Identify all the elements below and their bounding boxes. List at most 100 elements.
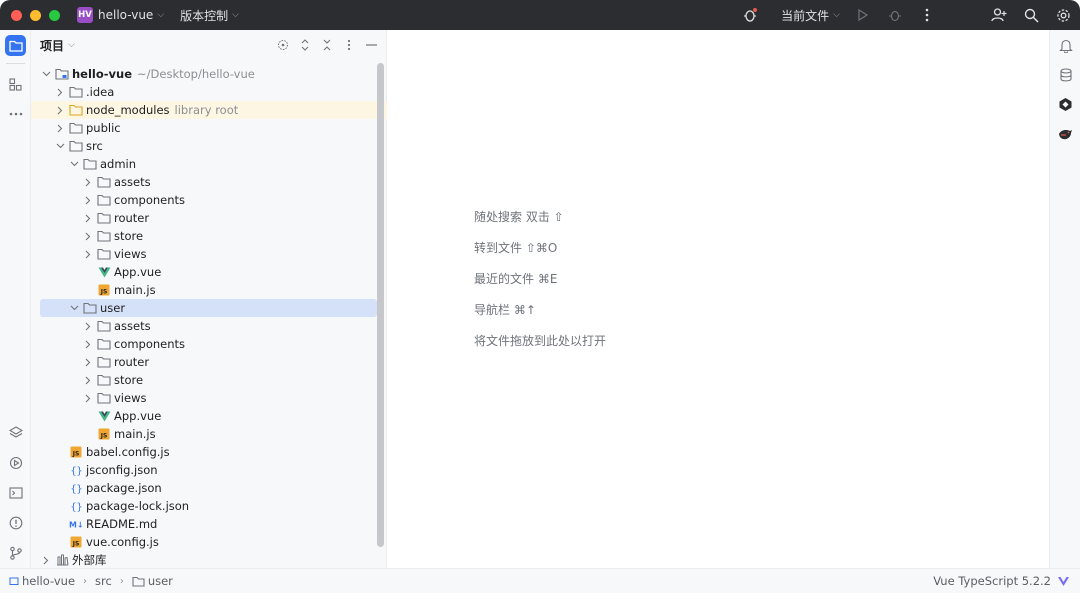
run-icon[interactable] bbox=[854, 6, 872, 24]
tree-row[interactable]: components bbox=[31, 191, 377, 209]
project-switcher[interactable]: hello-vue ⌵ bbox=[98, 8, 164, 22]
tree-row[interactable]: M↓ README.md bbox=[31, 515, 377, 533]
tree-row[interactable]: public bbox=[31, 119, 377, 137]
tree-row[interactable]: JS vue.config.js bbox=[31, 533, 377, 551]
run-config-label: 当前文件 bbox=[781, 8, 830, 23]
svg-text:M↓: M↓ bbox=[69, 521, 83, 529]
chevron-right-icon[interactable] bbox=[82, 338, 94, 350]
tree-row[interactable]: {} package-lock.json bbox=[31, 497, 377, 515]
terminal-icon[interactable] bbox=[5, 482, 26, 503]
chevron-down-icon[interactable] bbox=[68, 302, 80, 314]
tree-row[interactable]: {} jsconfig.json bbox=[31, 461, 377, 479]
breadcrumb-project[interactable]: hello-vue bbox=[9, 574, 75, 588]
tree-row[interactable]: App.vue bbox=[31, 263, 377, 281]
chevron-right-icon[interactable] bbox=[82, 212, 94, 224]
chevron-right-icon[interactable] bbox=[82, 392, 94, 404]
git-branch-icon[interactable] bbox=[5, 542, 26, 563]
chevron-right-icon[interactable] bbox=[82, 356, 94, 368]
tree-row[interactable]: node_modules library root bbox=[31, 101, 387, 119]
tree-row[interactable]: JS babel.config.js bbox=[31, 443, 377, 461]
debug-bug-icon[interactable] bbox=[741, 6, 759, 24]
tree-row-label: .idea bbox=[86, 85, 115, 99]
structure-icon[interactable] bbox=[5, 74, 26, 95]
tree-row[interactable]: user bbox=[40, 299, 377, 317]
problems-icon[interactable] bbox=[5, 512, 26, 533]
tree-row[interactable]: src bbox=[31, 137, 377, 155]
folder-icon bbox=[97, 175, 111, 189]
vcs-menu[interactable]: 版本控制 ⌵ bbox=[180, 7, 239, 24]
tree-row[interactable]: hello-vue ~/Desktop/hello-vue bbox=[31, 65, 377, 83]
breadcrumb-user[interactable]: user bbox=[132, 574, 173, 588]
gear-icon[interactable] bbox=[1054, 6, 1072, 24]
tree-row-label: node_modules bbox=[86, 103, 170, 117]
chevron-right-icon[interactable] bbox=[82, 176, 94, 188]
chevron-right-icon[interactable] bbox=[40, 554, 52, 566]
tree-row[interactable]: JS main.js bbox=[31, 281, 377, 299]
language-service-status[interactable]: Vue TypeScript 5.2.2 bbox=[933, 574, 1051, 588]
chevron-right-icon[interactable] bbox=[54, 104, 66, 116]
chevron-right-icon[interactable] bbox=[82, 374, 94, 386]
tree-row[interactable]: 外部库 bbox=[31, 551, 377, 569]
layers-icon[interactable] bbox=[5, 422, 26, 443]
database-icon[interactable] bbox=[1057, 66, 1074, 83]
tree-row[interactable]: JS main.js bbox=[31, 425, 377, 443]
tree-row[interactable]: assets bbox=[31, 317, 377, 335]
debug-icon[interactable] bbox=[886, 6, 904, 24]
more-vertical-icon[interactable] bbox=[918, 6, 936, 24]
options-vertical-icon[interactable] bbox=[342, 38, 356, 52]
zoom-window-button[interactable] bbox=[49, 9, 60, 21]
chevron-down-icon[interactable]: ⌵ bbox=[68, 40, 75, 50]
tree-row[interactable]: router bbox=[31, 353, 377, 371]
vue-status-icon[interactable] bbox=[1057, 576, 1070, 587]
chevron-right-icon[interactable] bbox=[82, 320, 94, 332]
chevron-down-icon[interactable] bbox=[40, 68, 52, 80]
tree-row[interactable]: {} package.json bbox=[31, 479, 377, 497]
expand-all-icon[interactable] bbox=[298, 38, 312, 52]
services-icon[interactable] bbox=[5, 452, 26, 473]
tree-row[interactable]: views bbox=[31, 245, 377, 263]
editor-empty-area[interactable]: 随处搜索 双击 ⇧ 转到文件 ⇧⌘O 最近的文件 ⌘E 导航栏 ⌘↑ 将文件拖放… bbox=[387, 30, 1049, 568]
tree-row[interactable]: components bbox=[31, 335, 377, 353]
tree-row[interactable]: admin bbox=[31, 155, 377, 173]
tree-row-label: App.vue bbox=[114, 265, 162, 279]
chevron-right-icon[interactable] bbox=[54, 122, 66, 134]
chevron-right-icon[interactable] bbox=[82, 248, 94, 260]
tree-row[interactable]: assets bbox=[31, 173, 377, 191]
chevron-right-icon[interactable] bbox=[82, 230, 94, 242]
add-user-icon[interactable] bbox=[990, 6, 1008, 24]
collapse-all-icon[interactable] bbox=[320, 38, 334, 52]
chevron-down-icon[interactable] bbox=[54, 140, 66, 152]
locate-file-icon[interactable] bbox=[276, 38, 290, 52]
search-icon[interactable] bbox=[1022, 6, 1040, 24]
tree-scrollbar[interactable] bbox=[377, 63, 384, 547]
more-horizontal-icon[interactable] bbox=[5, 103, 26, 124]
tree-row-hint: ~/Desktop/hello-vue bbox=[137, 67, 255, 81]
folder-icon bbox=[97, 319, 111, 333]
tree-row[interactable]: store bbox=[31, 227, 377, 245]
svg-text:{}: {} bbox=[70, 484, 82, 494]
project-panel-title[interactable]: 项目 bbox=[40, 37, 64, 54]
tree-row[interactable]: store bbox=[31, 371, 377, 389]
hide-panel-icon[interactable] bbox=[364, 38, 378, 52]
notifications-bell-icon[interactable] bbox=[1057, 37, 1074, 54]
close-window-button[interactable] bbox=[11, 9, 22, 21]
run-config-selector[interactable]: 当前文件 ⌵ bbox=[781, 7, 840, 24]
tree-row[interactable]: router bbox=[31, 209, 377, 227]
breadcrumb-src[interactable]: src bbox=[95, 574, 112, 588]
project-folder-icon[interactable] bbox=[5, 35, 26, 56]
chevron-right-icon: › bbox=[83, 575, 88, 587]
project-badge[interactable]: HV bbox=[77, 7, 93, 23]
tree-row-label: jsconfig.json bbox=[86, 463, 158, 477]
chevron-down-icon[interactable] bbox=[68, 158, 80, 170]
minimize-window-button[interactable] bbox=[30, 9, 41, 21]
tree-row[interactable]: .idea bbox=[31, 83, 377, 101]
json-file-icon: {} bbox=[69, 463, 83, 477]
tree-row[interactable]: views bbox=[31, 389, 377, 407]
chevron-down-icon: ⌵ bbox=[232, 10, 239, 20]
tree-row-label: router bbox=[114, 211, 150, 225]
plugin-bird-icon[interactable] bbox=[1057, 126, 1074, 143]
tree-row[interactable]: App.vue bbox=[31, 407, 377, 425]
ai-assistant-icon[interactable] bbox=[1057, 96, 1074, 113]
chevron-right-icon[interactable] bbox=[82, 194, 94, 206]
chevron-right-icon[interactable] bbox=[54, 86, 66, 98]
